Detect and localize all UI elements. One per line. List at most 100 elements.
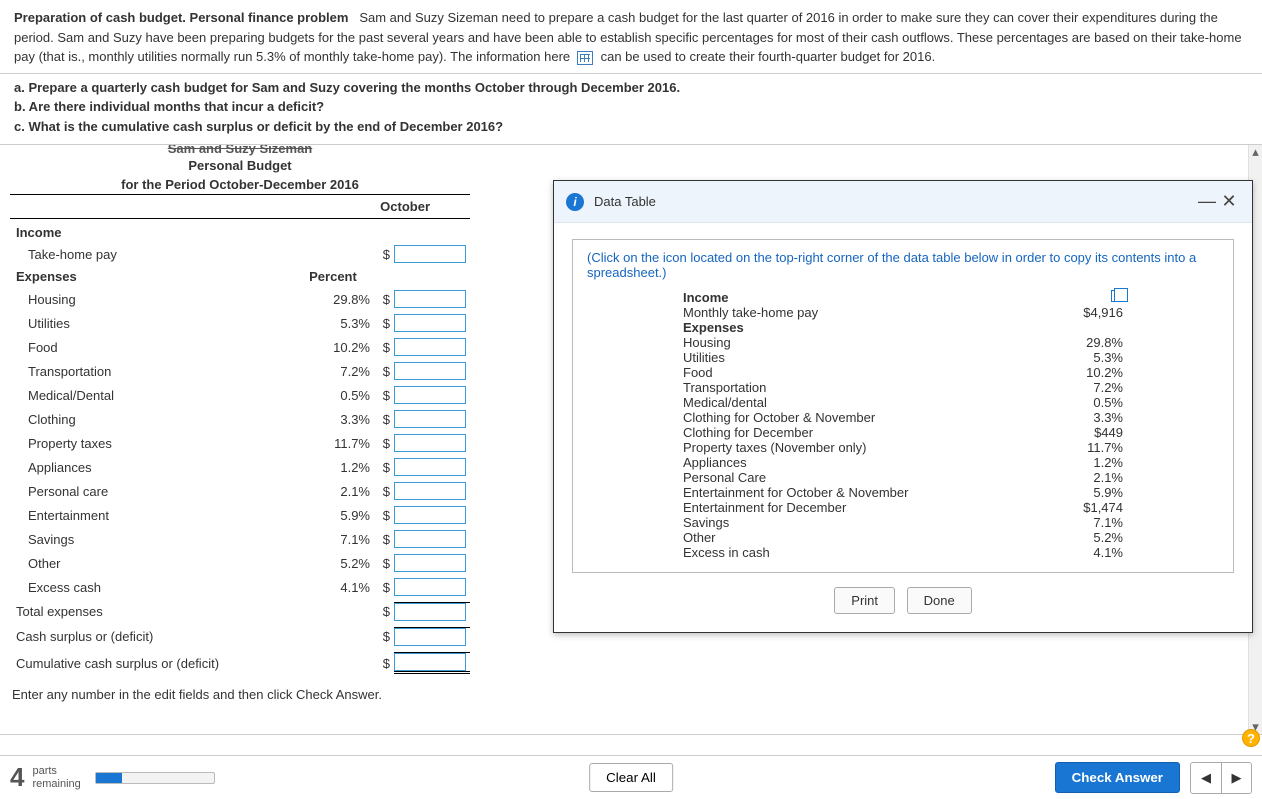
data-table-icon[interactable]	[577, 51, 593, 65]
parts-number: 4	[10, 762, 24, 793]
next-button[interactable]: ▶	[1221, 763, 1251, 793]
expense-percent: 29.8%	[296, 292, 376, 307]
expense-percent: 7.1%	[296, 532, 376, 547]
surplus-label: Cash surplus or (deficit)	[10, 629, 296, 644]
dt-key: Entertainment for October & November	[683, 485, 1043, 500]
expense-input-5[interactable]	[394, 410, 466, 428]
data-table: Income Monthly take-home pay$4,916 Expen…	[683, 290, 1123, 560]
done-button[interactable]: Done	[907, 587, 972, 614]
sub-questions: a. Prepare a quarterly cash budget for S…	[0, 74, 1262, 146]
expense-label: Appliances	[10, 460, 296, 475]
check-answer-button[interactable]: Check Answer	[1055, 762, 1180, 793]
dt-key: Utilities	[683, 350, 1043, 365]
hint-text: Enter any number in the edit fields and …	[10, 677, 1238, 702]
expense-input-7[interactable]	[394, 458, 466, 476]
income-header: Income	[10, 219, 470, 242]
take-home-input[interactable]	[394, 245, 466, 263]
surplus-input[interactable]	[394, 628, 466, 646]
expense-percent: 0.5%	[296, 388, 376, 403]
info-icon: i	[566, 193, 584, 211]
dt-key: Transportation	[683, 380, 1043, 395]
dt-val: 3.3%	[1043, 410, 1123, 425]
dt-val: 7.2%	[1043, 380, 1123, 395]
dt-key: Property taxes (November only)	[683, 440, 1043, 455]
expense-input-1[interactable]	[394, 314, 466, 332]
expense-percent: 5.2%	[296, 556, 376, 571]
dt-key: Entertainment for December	[683, 500, 1043, 515]
percent-header: Percent	[296, 269, 376, 284]
budget-worksheet: Sam and Suzy Sizeman Personal Budget for…	[10, 145, 470, 677]
dt-expenses-head: Expenses	[683, 320, 1043, 335]
copy-table-icon[interactable]	[1111, 290, 1123, 302]
expense-input-0[interactable]	[394, 290, 466, 308]
expense-label: Excess cash	[10, 580, 296, 595]
dt-key: Savings	[683, 515, 1043, 530]
scroll-up-icon[interactable]: ▴	[1249, 145, 1262, 159]
dt-key: Clothing for October & November	[683, 410, 1043, 425]
dt-income-head: Income	[683, 290, 1043, 305]
expense-input-9[interactable]	[394, 506, 466, 524]
take-home-label: Take-home pay	[10, 247, 296, 262]
expense-input-12[interactable]	[394, 578, 466, 596]
problem-statement: Preparation of cash budget. Personal fin…	[0, 0, 1262, 74]
problem-text-b: can be used to create their fourth-quart…	[601, 49, 936, 64]
total-expenses-input[interactable]	[394, 603, 466, 621]
expense-percent: 3.3%	[296, 412, 376, 427]
dt-val: 1.2%	[1043, 455, 1123, 470]
expense-label: Medical/Dental	[10, 388, 296, 403]
data-table-modal: i Data Table — ✕ (Click on the icon loca…	[553, 180, 1253, 633]
expense-percent: 2.1%	[296, 484, 376, 499]
expenses-header: Expenses	[10, 269, 296, 284]
parts-label-2: remaining	[32, 778, 80, 790]
question-a: a. Prepare a quarterly cash budget for S…	[14, 80, 680, 95]
dt-key: Excess in cash	[683, 545, 1043, 560]
dt-key: Clothing for December	[683, 425, 1043, 440]
expense-label: Personal care	[10, 484, 296, 499]
expense-percent: 10.2%	[296, 340, 376, 355]
dt-val: 0.5%	[1043, 395, 1123, 410]
budget-subtitle: for the Period October-December 2016	[10, 175, 470, 195]
dt-val: 10.2%	[1043, 365, 1123, 380]
dt-key: Food	[683, 365, 1043, 380]
help-icon[interactable]: ?	[1242, 729, 1260, 747]
expense-percent: 1.2%	[296, 460, 376, 475]
expense-label: Food	[10, 340, 296, 355]
clear-all-button[interactable]: Clear All	[589, 763, 673, 792]
expense-input-6[interactable]	[394, 434, 466, 452]
expense-input-11[interactable]	[394, 554, 466, 572]
expense-percent: 7.2%	[296, 364, 376, 379]
expense-input-10[interactable]	[394, 530, 466, 548]
bottom-bar: 4 parts remaining Clear All Check Answer…	[0, 755, 1262, 799]
dt-val: 5.2%	[1043, 530, 1123, 545]
dt-val: $449	[1043, 425, 1123, 440]
print-button[interactable]: Print	[834, 587, 895, 614]
minimize-icon[interactable]: —	[1196, 191, 1218, 212]
cum-surplus-label: Cumulative cash surplus or (deficit)	[10, 656, 296, 671]
question-c: c. What is the cumulative cash surplus o…	[14, 119, 503, 134]
dt-val: 11.7%	[1043, 440, 1123, 455]
expense-percent: 5.3%	[296, 316, 376, 331]
question-b: b. Are there individual months that incu…	[14, 99, 324, 114]
progress-bar	[95, 772, 215, 784]
cum-surplus-input[interactable]	[394, 653, 466, 671]
budget-names: Sam and Suzy Sizeman	[10, 145, 470, 156]
expense-label: Savings	[10, 532, 296, 547]
expense-label: Property taxes	[10, 436, 296, 451]
expense-label: Transportation	[10, 364, 296, 379]
expense-label: Housing	[10, 292, 296, 307]
expense-label: Entertainment	[10, 508, 296, 523]
dt-val: 4.1%	[1043, 545, 1123, 560]
expense-label: Other	[10, 556, 296, 571]
expense-input-2[interactable]	[394, 338, 466, 356]
expense-label: Utilities	[10, 316, 296, 331]
dt-val: 5.9%	[1043, 485, 1123, 500]
expense-percent: 11.7%	[296, 436, 376, 451]
prev-button[interactable]: ◀	[1191, 763, 1221, 793]
expense-input-4[interactable]	[394, 386, 466, 404]
close-icon[interactable]: ✕	[1218, 191, 1240, 212]
parts-label-1: parts	[32, 765, 80, 777]
expense-input-8[interactable]	[394, 482, 466, 500]
expense-percent: 5.9%	[296, 508, 376, 523]
dt-val: 5.3%	[1043, 350, 1123, 365]
expense-input-3[interactable]	[394, 362, 466, 380]
